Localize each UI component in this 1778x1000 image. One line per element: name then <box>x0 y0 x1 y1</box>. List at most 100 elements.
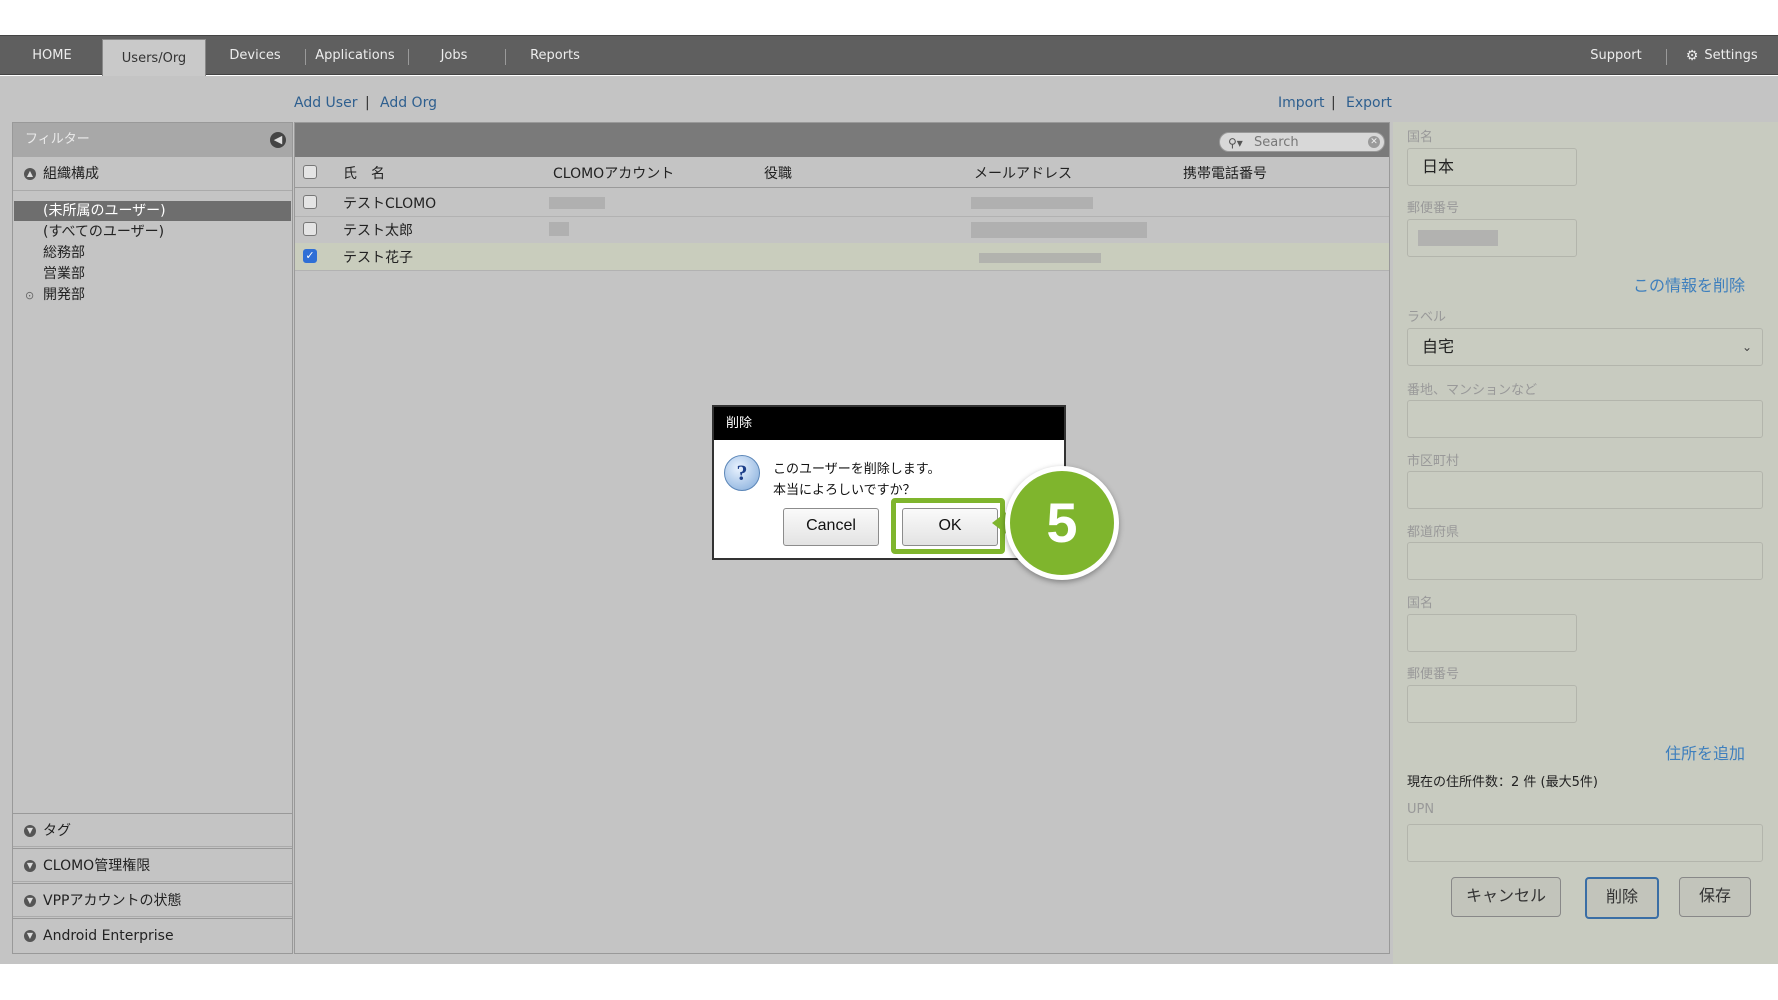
column-header-name[interactable]: 氏 名 <box>343 163 385 183</box>
chevron-down-icon: ⌄ <box>1741 340 1752 354</box>
tab-devices[interactable]: Devices <box>222 36 288 76</box>
link-separator: | <box>1331 95 1336 111</box>
android-enterprise-section[interactable]: ▼ Android Enterprise <box>13 918 292 952</box>
user-name-cell: テスト太郎 <box>343 223 413 239</box>
clear-search-icon[interactable]: ✕ <box>1368 136 1380 148</box>
tree-item-general-affairs[interactable]: 総務部 <box>43 243 85 263</box>
prefecture-field[interactable] <box>1407 542 1763 580</box>
column-header-clomo-account[interactable]: CLOMOアカウント <box>553 163 674 183</box>
ok-button-highlight <box>891 498 1005 554</box>
expand-icon[interactable]: ⊙ <box>25 286 39 306</box>
gear-icon[interactable]: ⚙ <box>1682 36 1702 76</box>
header-divider <box>295 187 1389 188</box>
collapse-sidebar-icon[interactable]: ◀ <box>270 132 286 148</box>
delete-button[interactable]: 削除 <box>1585 877 1659 919</box>
dialog-message-line2: 本当によろしいですか？ <box>773 483 916 498</box>
tree-item-sales[interactable]: 営業部 <box>43 264 85 284</box>
org-section-header[interactable]: ▲ 組織構成 <box>13 157 292 191</box>
clomo-permission-label: CLOMO管理権限 <box>43 858 151 874</box>
search-input[interactable]: ⚲▾ Search ✕ <box>1219 132 1385 152</box>
row-checkbox-checked[interactable]: ✓ <box>303 249 317 263</box>
nav-separator <box>305 49 306 65</box>
column-header-email[interactable]: メールアドレス <box>974 163 1072 183</box>
prefecture-label: 都道府県 <box>1407 525 1460 540</box>
add-user-link[interactable]: Add User <box>294 95 357 111</box>
label-select-value: 自宅 <box>1422 337 1455 356</box>
filter-title: フィルター <box>25 132 90 147</box>
street-field[interactable] <box>1407 400 1763 438</box>
clomo-permission-section[interactable]: ▼ CLOMO管理権限 <box>13 848 292 882</box>
chevron-down-icon: ▼ <box>24 825 36 837</box>
tab-applications[interactable]: Applications <box>312 36 398 76</box>
chevron-down-icon: ▼ <box>24 895 36 907</box>
search-placeholder: Search <box>1254 135 1299 150</box>
vpp-account-label: VPPアカウントの状態 <box>43 893 182 909</box>
dialog-message-line1: このユーザーを削除します。 <box>773 462 941 477</box>
country-field-2[interactable] <box>1407 614 1577 652</box>
top-nav-bar: HOME Users/Org Devices Applications Jobs… <box>0 35 1778 80</box>
add-address-link[interactable]: 住所を追加 <box>1665 740 1745 764</box>
tree-item-development[interactable]: 開発部 <box>43 285 85 305</box>
row-checkbox[interactable] <box>303 195 317 209</box>
country-label: 国名 <box>1407 130 1434 145</box>
delete-info-link[interactable]: この情報を削除 <box>1633 272 1745 296</box>
chevron-down-icon: ▼ <box>24 860 36 872</box>
support-link[interactable]: Support <box>1580 36 1652 76</box>
dialog-cancel-button[interactable]: Cancel <box>783 508 879 546</box>
tags-section[interactable]: ▼ タグ <box>13 813 292 847</box>
redacted-email <box>979 253 1101 263</box>
upn-field[interactable] <box>1407 824 1763 862</box>
cancel-button[interactable]: キャンセル <box>1451 877 1561 917</box>
user-name-cell: テスト花子 <box>343 250 413 266</box>
city-field[interactable] <box>1407 471 1763 509</box>
user-detail-panel: 国名 日本 郵便番号 この情報を削除 ラベル 自宅 ⌄ 番地、マンションなど 市… <box>1393 122 1778 964</box>
tree-item-all-users[interactable]: (すべてのユーザー) <box>43 222 164 242</box>
row-checkbox[interactable] <box>303 222 317 236</box>
table-row[interactable]: テスト太郎 <box>295 216 1389 244</box>
redacted-postal-code <box>1418 230 1498 246</box>
add-org-link[interactable]: Add Org <box>380 95 437 111</box>
vpp-account-section[interactable]: ▼ VPPアカウントの状態 <box>13 883 292 917</box>
nav-separator <box>505 49 506 65</box>
table-row-selected[interactable]: ✓ テスト花子 <box>295 243 1389 271</box>
export-link[interactable]: Export <box>1346 95 1392 111</box>
redacted-email <box>971 222 1147 238</box>
table-row[interactable]: テストCLOMO <box>295 189 1389 217</box>
nav-separator <box>408 49 409 65</box>
tab-jobs[interactable]: Jobs <box>424 36 484 76</box>
redacted-account <box>549 222 569 236</box>
postal-code-label-2: 郵便番号 <box>1407 667 1460 682</box>
column-header-mobile[interactable]: 携帯電話番号 <box>1183 163 1267 183</box>
tab-users-org[interactable]: Users/Org <box>102 39 206 80</box>
org-section-label: 組織構成 <box>43 166 99 182</box>
search-icon: ⚲▾ <box>1228 136 1243 150</box>
dialog-title: 削除 <box>714 407 1064 440</box>
tab-home[interactable]: HOME <box>14 36 90 76</box>
tree-item-unassigned[interactable]: (未所属のユーザー) <box>43 201 166 221</box>
redacted-email <box>971 197 1093 209</box>
user-name-cell: テストCLOMO <box>343 196 437 212</box>
table-toolbar: ⚲▾ Search ✕ <box>295 123 1389 157</box>
settings-link[interactable]: Settings <box>1700 36 1762 76</box>
filter-header: フィルター ◀ <box>13 123 292 157</box>
city-label: 市区町村 <box>1407 454 1460 469</box>
android-enterprise-label: Android Enterprise <box>43 928 174 944</box>
save-button[interactable]: 保存 <box>1679 877 1751 917</box>
question-icon: ? <box>724 455 760 491</box>
upn-label: UPN <box>1407 802 1435 817</box>
country-field[interactable]: 日本 <box>1407 148 1577 186</box>
tab-reports[interactable]: Reports <box>520 36 590 76</box>
select-all-checkbox[interactable] <box>303 165 317 179</box>
address-count-text: 現在の住所件数：2 件 (最大5件) <box>1407 775 1598 790</box>
chevron-up-icon: ▲ <box>24 168 36 180</box>
postal-code-field-2[interactable] <box>1407 685 1577 723</box>
import-link[interactable]: Import <box>1278 95 1324 111</box>
step-number-badge: 5 <box>1005 466 1119 580</box>
street-label: 番地、マンションなど <box>1407 383 1538 398</box>
label-select[interactable]: 自宅 ⌄ <box>1407 328 1763 366</box>
redacted-account <box>549 197 605 209</box>
postal-code-field[interactable] <box>1407 219 1577 257</box>
chevron-down-icon: ▼ <box>24 930 36 942</box>
link-separator: | <box>365 95 370 111</box>
column-header-title[interactable]: 役職 <box>764 163 792 183</box>
